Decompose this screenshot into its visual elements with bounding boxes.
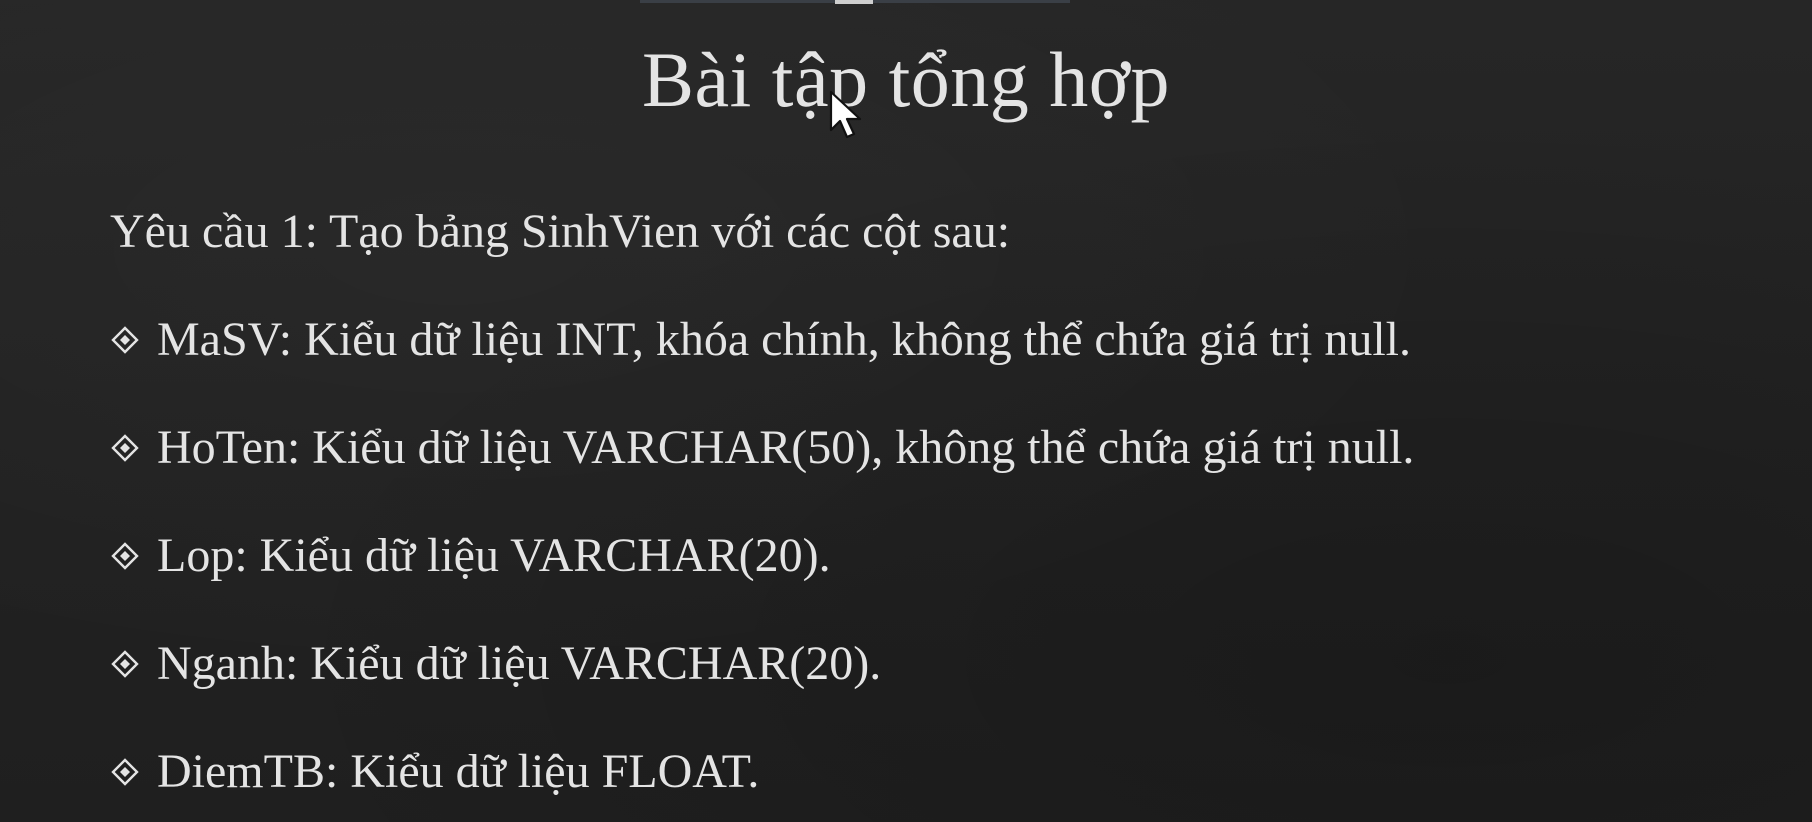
list-item: DiemTB: Kiểu dữ liệu FLOAT. [110,742,1414,802]
list-item: MaSV: Kiểu dữ liệu INT, khóa chính, khôn… [110,310,1414,370]
diamond-bullet-icon [111,434,139,462]
list-item-label: MaSV: Kiểu dữ liệu INT, khóa chính, khôn… [157,313,1411,366]
diamond-bullet-icon [111,758,139,786]
list-item-label: Lop: Kiểu dữ liệu VARCHAR(20). [157,529,831,582]
list-item-label: HoTen: Kiểu dữ liệu VARCHAR(50), không t… [157,421,1415,474]
progress-marker [835,0,873,4]
list-item-label: Nganh: Kiểu dữ liệu VARCHAR(20). [157,637,882,690]
list-item: HoTen: Kiểu dữ liệu VARCHAR(50), không t… [110,418,1414,478]
list-item: Lop: Kiểu dữ liệu VARCHAR(20). [110,526,1414,586]
diamond-bullet-icon [111,650,139,678]
diamond-bullet-icon [111,326,139,354]
presentation-slide: Bài tập tổng hợp Yêu cầu 1: Tạo bảng Sin… [0,0,1812,822]
diamond-bullet-icon [111,542,139,570]
list-item: Nganh: Kiểu dữ liệu VARCHAR(20). [110,634,1414,694]
mouse-pointer-icon [829,90,862,139]
list-item-label: DiemTB: Kiểu dữ liệu FLOAT. [157,745,760,798]
requirement-text: Yêu cầu 1: Tạo bảng SinhVien với các cột… [110,205,1011,258]
slide-title: Bài tập tổng hợp [641,36,1171,123]
column-list: MaSV: Kiểu dữ liệu INT, khóa chính, khôn… [110,310,1414,822]
